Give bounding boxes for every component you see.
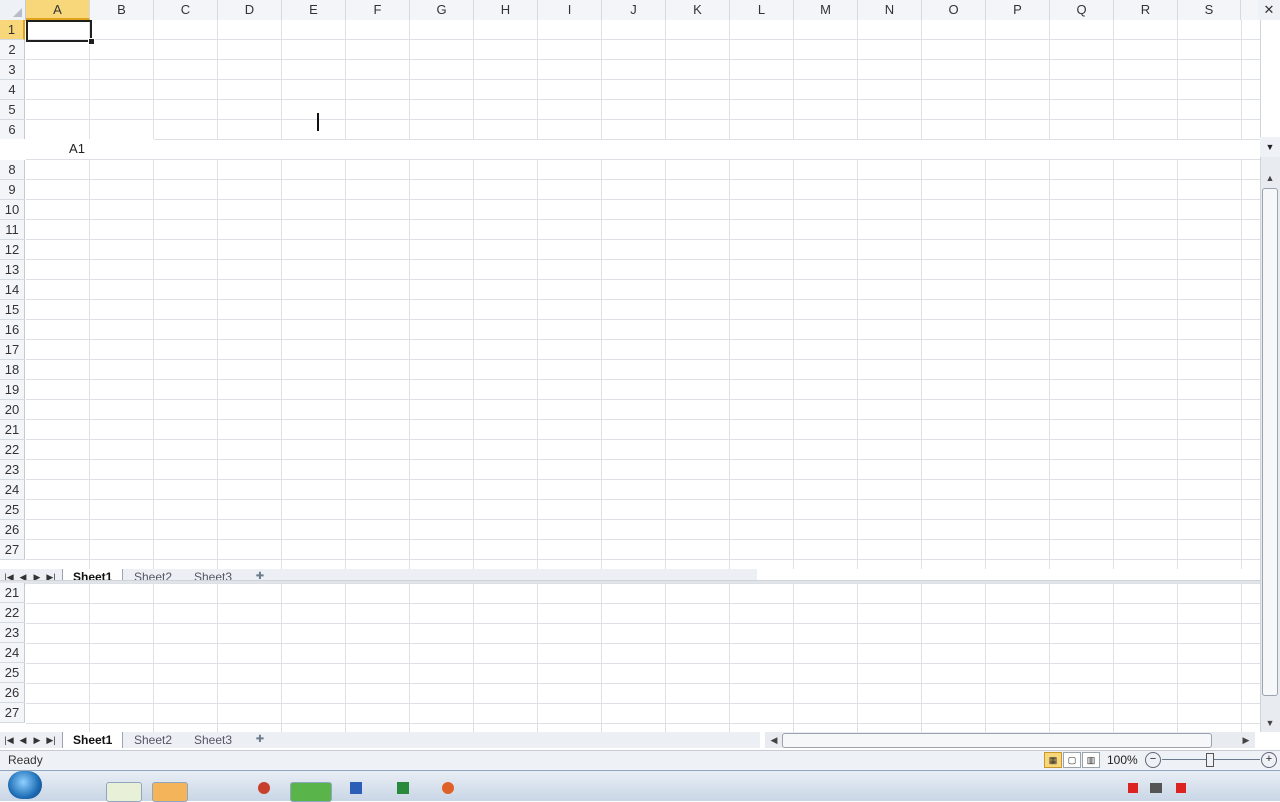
taskbar-app-icon[interactable]	[350, 782, 362, 794]
column-header-d[interactable]: D	[218, 0, 282, 20]
row-header[interactable]: 27	[0, 540, 25, 560]
column-header-e[interactable]: E	[282, 0, 346, 20]
row-header[interactable]: 26	[0, 520, 25, 540]
grid-pane-middle[interactable]	[26, 159, 1260, 569]
row-header[interactable]: 14	[0, 280, 25, 300]
zoom-out-button[interactable]: −	[1145, 752, 1161, 768]
row-header[interactable]: 9	[0, 180, 25, 200]
row-header[interactable]: 6	[0, 120, 25, 140]
grid-pane-lower[interactable]	[26, 583, 1260, 733]
column-header-o[interactable]: O	[922, 0, 986, 20]
select-all-button[interactable]	[0, 0, 26, 20]
row-header[interactable]: 4	[0, 80, 25, 100]
tab-sheet2[interactable]: Sheet2	[124, 732, 182, 748]
normal-view-icon[interactable]: ▦	[1044, 752, 1062, 768]
row-header[interactable]: 24	[0, 480, 25, 500]
row-header[interactable]: 23	[0, 623, 25, 643]
row-header[interactable]: 8	[0, 160, 25, 180]
row-header[interactable]: 21	[0, 420, 25, 440]
text-cursor	[317, 113, 319, 131]
zoom-level[interactable]: 100%	[1107, 751, 1138, 769]
last-sheet-icon[interactable]: ▶|	[44, 732, 58, 748]
column-header-k[interactable]: K	[666, 0, 730, 20]
page-break-view-icon[interactable]: ▥	[1082, 752, 1100, 768]
row-header[interactable]: 17	[0, 340, 25, 360]
row-header[interactable]: 19	[0, 380, 25, 400]
row-header[interactable]: 26	[0, 683, 25, 703]
active-cell[interactable]	[26, 20, 95, 45]
row-header[interactable]: 18	[0, 360, 25, 380]
column-header-m[interactable]: M	[794, 0, 858, 20]
status-text: Ready	[8, 753, 43, 767]
scroll-right-icon[interactable]: ▶	[1237, 732, 1255, 748]
zoom-in-button[interactable]: +	[1261, 752, 1277, 768]
tray-icon[interactable]	[1150, 783, 1162, 793]
tray-icon[interactable]	[1128, 783, 1138, 793]
column-header-j[interactable]: J	[602, 0, 666, 20]
start-button-icon[interactable]	[8, 771, 42, 799]
taskbar	[0, 770, 1280, 801]
vertical-scroll-thumb[interactable]	[1262, 188, 1278, 696]
horizontal-scroll-thumb[interactable]	[782, 733, 1212, 748]
column-header-i[interactable]: I	[538, 0, 602, 20]
row-header[interactable]: 1	[0, 20, 25, 40]
chevron-down-icon[interactable]: ▼	[1260, 137, 1280, 157]
scroll-left-icon[interactable]: ◀	[765, 732, 783, 748]
tray-icon[interactable]	[1176, 783, 1186, 793]
sheet-tab-bar: |◀ ◀ ▶ ▶| Sheet1 Sheet2 Sheet3 ✚	[0, 732, 760, 748]
next-sheet-icon[interactable]: ▶	[30, 732, 44, 748]
prev-sheet-icon[interactable]: ◀	[16, 732, 30, 748]
row-header[interactable]: 3	[0, 60, 25, 80]
column-header-l[interactable]: L	[730, 0, 794, 20]
column-header-q[interactable]: Q	[1050, 0, 1114, 20]
row-header[interactable]: 16	[0, 320, 25, 340]
row-header[interactable]: 15	[0, 300, 25, 320]
column-header-a[interactable]: A	[26, 0, 90, 20]
grid-pane-upper[interactable]	[26, 20, 1260, 140]
column-header-c[interactable]: C	[154, 0, 218, 20]
scroll-down-icon[interactable]: ▼	[1261, 715, 1279, 731]
vertical-scrollbar-top-area	[1260, 20, 1280, 137]
row-header[interactable]: 25	[0, 663, 25, 683]
taskbar-app-icon[interactable]	[152, 782, 188, 802]
row-header[interactable]: 13	[0, 260, 25, 280]
taskbar-app-icon[interactable]	[258, 782, 270, 794]
excel-taskbar-icon[interactable]	[397, 782, 409, 794]
row-header[interactable]: 2	[0, 40, 25, 60]
first-sheet-icon[interactable]: |◀	[2, 732, 16, 748]
column-header-n[interactable]: N	[858, 0, 922, 20]
insert-sheet-icon[interactable]: ✚	[252, 733, 268, 747]
name-box[interactable]: A1	[0, 139, 154, 159]
column-header-f[interactable]: F	[346, 0, 410, 20]
taskbar-app-icon[interactable]	[106, 782, 142, 802]
row-header[interactable]: 25	[0, 500, 25, 520]
column-header-g[interactable]: G	[410, 0, 474, 20]
close-window-icon[interactable]: ✕	[1258, 0, 1280, 20]
row-header[interactable]: 27	[0, 703, 25, 723]
column-header-b[interactable]: B	[90, 0, 154, 20]
row-header[interactable]: 24	[0, 643, 25, 663]
row-header[interactable]: 22	[0, 440, 25, 460]
scroll-up-icon[interactable]: ▲	[1261, 170, 1279, 186]
column-header-s[interactable]: S	[1178, 0, 1241, 20]
row-header[interactable]: 11	[0, 220, 25, 240]
row-header[interactable]: 21	[0, 583, 25, 603]
column-header-p[interactable]: P	[986, 0, 1050, 20]
zoom-slider-thumb[interactable]	[1206, 753, 1214, 767]
taskbar-app-icon[interactable]	[442, 782, 454, 794]
row-header[interactable]: 23	[0, 460, 25, 480]
column-header-r[interactable]: R	[1114, 0, 1178, 20]
row-header[interactable]: 20	[0, 400, 25, 420]
row-header[interactable]: 10	[0, 200, 25, 220]
row-header[interactable]: 12	[0, 240, 25, 260]
tab-sheet1[interactable]: Sheet1	[62, 732, 124, 748]
column-header-h[interactable]: H	[474, 0, 538, 20]
row-header[interactable]: 5	[0, 100, 25, 120]
tab-sheet3[interactable]: Sheet3	[184, 732, 242, 748]
row-header[interactable]: 22	[0, 603, 25, 623]
page-layout-view-icon[interactable]: ▢	[1063, 752, 1081, 768]
taskbar-app-icon[interactable]	[290, 782, 332, 802]
